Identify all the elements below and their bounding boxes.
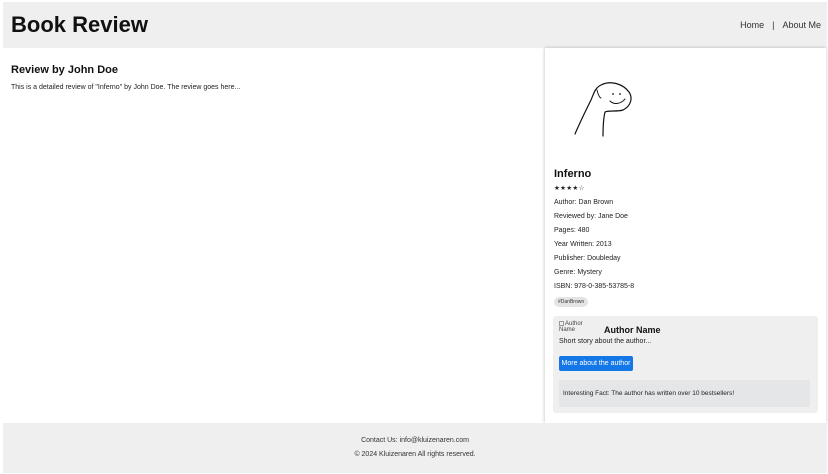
star-rating: ★★★★☆ <box>554 185 585 192</box>
more-about-author-button[interactable]: More about the author <box>559 356 633 371</box>
site-footer: Contact Us: info@kluizenaren.com © 2024 … <box>3 423 827 473</box>
page: Book Review Home | About Me Review by Jo… <box>3 2 827 473</box>
nav-separator: | <box>772 20 775 30</box>
book-title: Inferno <box>554 168 592 180</box>
book-reviewer: Reviewed by: Jane Doe <box>554 213 628 220</box>
review-heading: Review by John Doe <box>11 64 118 76</box>
footer-contact: Contact Us: info@kluizenaren.com <box>361 437 469 444</box>
nav-link-about-me[interactable]: About Me <box>782 20 821 30</box>
author-photo-broken-image: Author Name <box>559 321 591 335</box>
book-author: Author: Dan Brown <box>554 199 614 206</box>
book-pages: Pages: 480 <box>554 227 590 234</box>
book-details-list: Author: Dan Brown Reviewed by: Jane Doe … <box>554 198 634 296</box>
author-name: Author Name <box>604 325 661 335</box>
book-genre: Genre: Mystery <box>554 269 602 276</box>
broken-image-icon <box>559 321 564 326</box>
nav-link-home[interactable]: Home <box>740 20 764 30</box>
top-nav: Home | About Me <box>740 20 821 30</box>
main-content: Review by John Doe This is a detailed re… <box>3 48 827 423</box>
interesting-fact-box: Interesting Fact: The author has written… <box>559 380 810 407</box>
book-publisher: Publisher: Doubleday <box>554 255 621 262</box>
book-isbn: ISBN: 978-0-385-53785-8 <box>554 283 635 290</box>
hashtag-badge[interactable]: #DanBrown <box>554 297 589 307</box>
book-sidebar: Inferno ★★★★☆ Author: Dan Brown Reviewed… <box>545 48 826 423</box>
site-header: Book Review Home | About Me <box>3 2 827 48</box>
review-body: This is a detailed review of "Inferno" b… <box>11 84 241 91</box>
footer-copyright: © 2024 Kluizenaren All rights reserved. <box>354 451 476 458</box>
book-year: Year Written: 2013 <box>554 241 612 248</box>
site-title: Book Review <box>11 12 148 37</box>
book-cover-image <box>574 82 632 137</box>
author-card: Author Name Author Name Short story abou… <box>553 316 818 413</box>
review-section: Review by John Doe This is a detailed re… <box>11 64 531 91</box>
author-bio: Short story about the author... <box>559 338 652 345</box>
